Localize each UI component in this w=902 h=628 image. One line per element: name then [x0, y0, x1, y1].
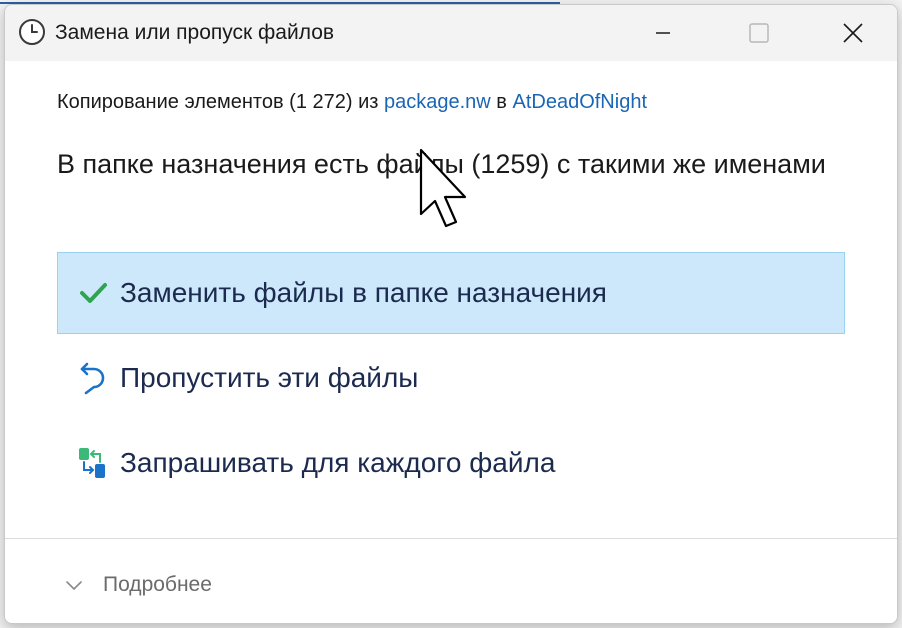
maximize-icon: [749, 23, 769, 43]
destination-folder-link[interactable]: AtDeadOfNight: [512, 91, 647, 113]
minimize-icon: [656, 32, 670, 34]
compare-files-icon: [76, 446, 110, 480]
chevron-down-icon: [63, 574, 85, 596]
source-folder-link[interactable]: package.nw: [384, 91, 491, 113]
undo-arrow-icon: [76, 361, 110, 395]
dialog-footer: Подробнее: [5, 538, 897, 623]
skip-files-option[interactable]: Пропустить эти файлы: [57, 337, 845, 419]
mouse-pointer-icon: [419, 148, 467, 228]
more-details-button[interactable]: Подробнее: [63, 573, 212, 597]
ask-each-file-label: Запрашивать для каждого файла: [120, 447, 556, 478]
replace-or-skip-dialog: Замена или пропуск файлов Копирование эл…: [4, 4, 898, 624]
maximize-button: [737, 13, 781, 53]
copy-middle: в: [490, 91, 513, 113]
replace-files-label: Заменить файлы в папке назначения: [120, 277, 607, 308]
title-bar[interactable]: Замена или пропуск файлов: [5, 5, 897, 61]
clock-icon: [17, 17, 47, 47]
ask-each-file-option[interactable]: Запрашивать для каждого файла: [57, 422, 845, 504]
window-title: Замена или пропуск файлов: [55, 21, 335, 44]
close-icon: [843, 23, 863, 43]
skip-files-label: Пропустить эти файлы: [120, 362, 419, 393]
copy-progress-text: Копирование элементов (1 272) из package…: [57, 91, 647, 114]
copy-prefix: Копирование элементов (1 272) из: [57, 91, 384, 113]
minimize-button[interactable]: [641, 13, 685, 53]
checkmark-icon: [76, 276, 110, 310]
close-button[interactable]: [831, 13, 875, 53]
more-details-label: Подробнее: [103, 573, 212, 596]
replace-files-option[interactable]: Заменить файлы в папке назначения: [57, 252, 845, 334]
